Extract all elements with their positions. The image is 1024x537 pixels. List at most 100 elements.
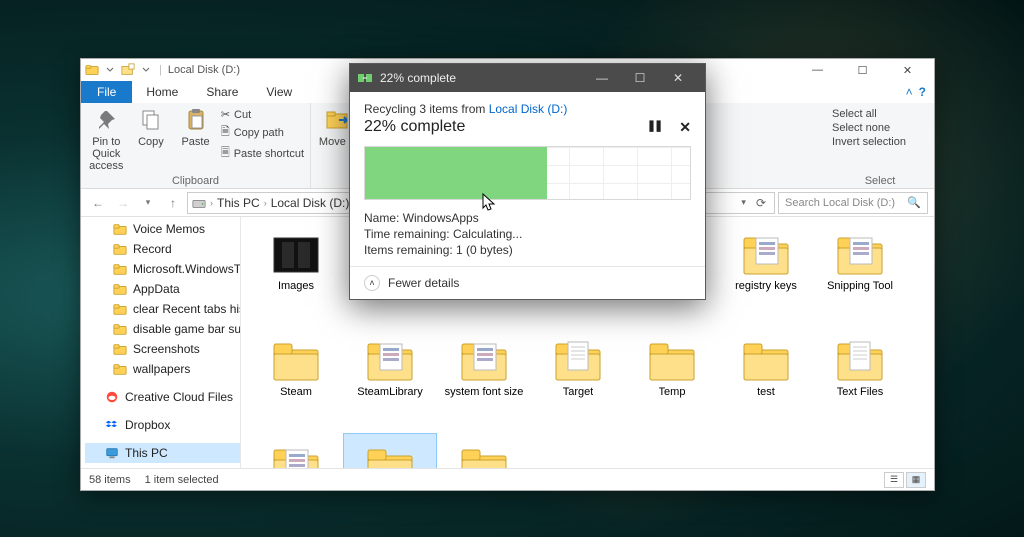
ribbon-minimize-icon[interactable]: ˄: [906, 85, 913, 99]
folder-item[interactable]: Steam: [249, 327, 343, 433]
dialog-details: Name: WindowsApps Time remaining: Calcul…: [364, 210, 691, 258]
folder-item[interactable]: SteamLibrary: [343, 327, 437, 433]
cut-button[interactable]: ✂Cut: [221, 108, 304, 121]
folder-icon: [362, 334, 418, 382]
pause-button[interactable]: ❚❚: [647, 119, 661, 136]
paste-button[interactable]: Paste: [176, 106, 215, 148]
select-all-button[interactable]: Select all: [832, 108, 906, 120]
chevron-right-icon[interactable]: ›: [210, 198, 213, 208]
nav-item-label: Record: [133, 242, 172, 256]
help-icon[interactable]: ?: [919, 85, 926, 99]
folder-item[interactable]: Temp: [625, 327, 719, 433]
nav-item[interactable]: Microsoft.WindowsTerminal: [85, 259, 240, 279]
dialog-source-link[interactable]: Local Disk (D:): [489, 102, 568, 116]
forward-button[interactable]: →: [112, 192, 134, 214]
window-title: Local Disk (D:): [168, 64, 240, 76]
ribbon-group-clipboard-label: Clipboard: [87, 174, 304, 187]
dropbox-icon: [105, 418, 119, 432]
qat-explorer-icon: [85, 63, 99, 77]
folder-item[interactable]: Target: [531, 327, 625, 433]
minimize-button[interactable]: —: [795, 59, 840, 81]
paste-shortcut-button[interactable]: 🗏Paste shortcut: [221, 144, 304, 163]
titlebar-separator: |: [159, 64, 162, 76]
ribbon-group-select-label: Select: [832, 174, 928, 187]
dialog-titlebar[interactable]: 22% complete — ☐ ✕: [350, 64, 705, 92]
cc-icon: [105, 390, 119, 404]
folder-item[interactable]: Windows Terminal settings: [249, 433, 343, 468]
paste-icon: [182, 106, 210, 134]
nav-root-dropbox[interactable]: Dropbox: [85, 415, 240, 435]
folder-icon: [738, 228, 794, 276]
file-operation-dialog: 22% complete — ☐ ✕ Recycling 3 items fro…: [349, 63, 706, 300]
folder-icon: [550, 334, 606, 382]
fewer-details-button[interactable]: Fewer details: [388, 276, 459, 290]
select-none-button[interactable]: Select none: [832, 122, 906, 134]
dialog-minimize-button[interactable]: —: [583, 64, 621, 92]
invert-selection-button[interactable]: Invert selection: [832, 136, 906, 148]
qat-dropdown-icon[interactable]: [139, 63, 153, 77]
folder-item[interactable]: Snipping Tool: [813, 221, 907, 327]
nav-item-label: Voice Memos: [133, 222, 205, 236]
nav-item[interactable]: AppData: [85, 279, 240, 299]
folder-icon: [113, 262, 127, 276]
nav-root-label: Dropbox: [125, 418, 170, 432]
copy-path-button[interactable]: 🗎Copy path: [221, 123, 304, 142]
copy-icon: [137, 106, 165, 134]
qat-dropdown-icon[interactable]: [103, 63, 117, 77]
paste-shortcut-icon: 🗏: [221, 144, 230, 163]
tab-home[interactable]: Home: [132, 81, 192, 103]
qat-new-folder-icon[interactable]: [121, 63, 135, 77]
folder-item[interactable]: system font size: [437, 327, 531, 433]
dialog-close-button[interactable]: ✕: [659, 64, 697, 92]
folder-item[interactable]: Images: [249, 221, 343, 327]
folder-item[interactable]: registry keys: [719, 221, 813, 327]
tab-view[interactable]: View: [252, 81, 306, 103]
dialog-progress-label: 22% complete: [364, 118, 465, 136]
nav-item-label: Screenshots: [133, 342, 200, 356]
maximize-button[interactable]: ☐: [840, 59, 885, 81]
folder-icon: [738, 334, 794, 382]
nav-root-thispc[interactable]: This PC: [85, 443, 240, 463]
nav-item[interactable]: Voice Memos: [85, 219, 240, 239]
nav-item[interactable]: disable game bar suggestions: [85, 319, 240, 339]
chevron-up-icon[interactable]: ˄: [364, 275, 380, 291]
folder-item[interactable]: WindowsApps: [343, 433, 437, 468]
folder-icon: [113, 222, 127, 236]
nav-item-label: AppData: [133, 282, 180, 296]
address-dropdown-icon[interactable]: ▾: [737, 197, 750, 208]
nav-item[interactable]: Record: [85, 239, 240, 259]
folder-icon: [456, 334, 512, 382]
nav-root-cc[interactable]: Creative Cloud Files: [85, 387, 240, 407]
close-button[interactable]: ✕: [885, 59, 930, 81]
details-view-button[interactable]: ☰: [884, 472, 904, 488]
dialog-maximize-button[interactable]: ☐: [621, 64, 659, 92]
up-button[interactable]: ↑: [162, 192, 184, 214]
folder-item[interactable]: Text Files: [813, 327, 907, 433]
nav-item-label: disable game bar suggestions: [133, 322, 240, 336]
refresh-icon[interactable]: ⟳: [752, 196, 770, 210]
folder-label: Images: [278, 280, 314, 293]
tab-share[interactable]: Share: [192, 81, 252, 103]
nav-item[interactable]: wallpapers: [85, 359, 240, 379]
folder-icon: [832, 228, 888, 276]
nav-item[interactable]: Screenshots: [85, 339, 240, 359]
dialog-footer: ˄ Fewer details: [350, 266, 705, 299]
folder-icon: [113, 282, 127, 296]
folder-item[interactable]: winx: [437, 433, 531, 468]
back-button[interactable]: ←: [87, 192, 109, 214]
recent-locations-button[interactable]: ▾: [137, 192, 159, 214]
breadcrumb[interactable]: Local Disk (D:): [271, 196, 350, 210]
paste-label: Paste: [181, 136, 209, 148]
folder-item[interactable]: test: [719, 327, 813, 433]
navigation-pane[interactable]: Voice Memos Record Microsoft.WindowsTermin…: [81, 217, 241, 468]
pin-to-quick-access-button[interactable]: Pin to Quick access: [87, 106, 126, 172]
copy-button[interactable]: Copy: [132, 106, 171, 148]
folder-icon: [832, 334, 888, 382]
search-input[interactable]: Search Local Disk (D:) 🔍: [778, 192, 928, 214]
cancel-button[interactable]: ✕: [679, 119, 691, 136]
nav-item[interactable]: clear Recent tabs history: [85, 299, 240, 319]
search-placeholder: Search Local Disk (D:): [785, 197, 895, 209]
icons-view-button[interactable]: ▦: [906, 472, 926, 488]
breadcrumb[interactable]: This PC›: [217, 196, 267, 210]
file-tab[interactable]: File: [81, 81, 132, 103]
